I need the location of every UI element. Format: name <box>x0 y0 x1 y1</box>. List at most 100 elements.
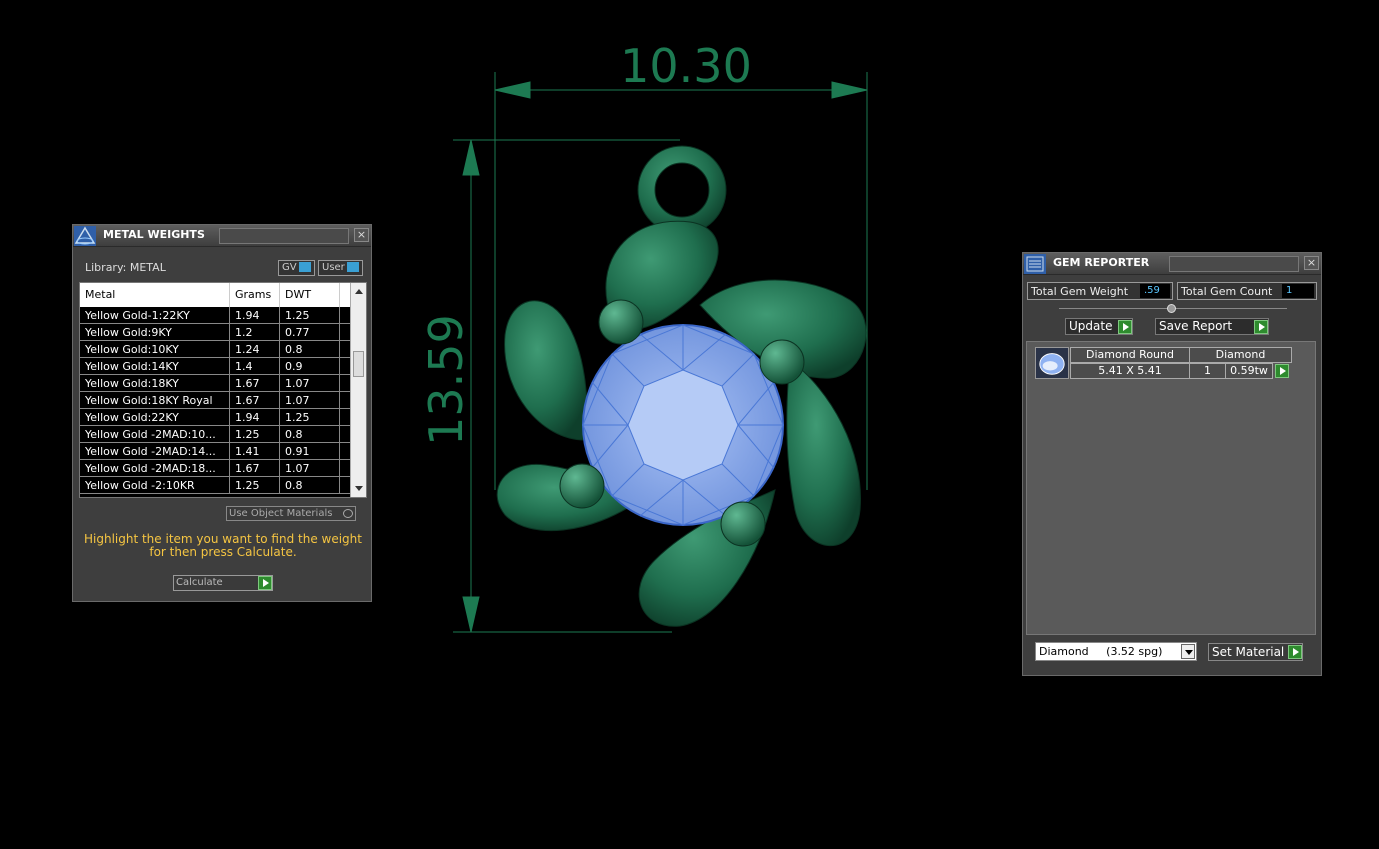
gem-weight-value: 0.59tw <box>1230 364 1268 377</box>
metal-name-cell: Yellow Gold:10KY <box>80 341 230 357</box>
play-arrow-icon <box>1288 645 1302 659</box>
gv-toggle[interactable]: GV <box>278 260 315 276</box>
use-object-materials-label: Use Object Materials <box>229 508 333 519</box>
total-gem-weight-label: Total Gem Weight <box>1031 285 1129 298</box>
metal-name-cell: Yellow Gold -2MAD:14... <box>80 443 230 459</box>
metal-name-cell: Yellow Gold:18KY Royal <box>80 392 230 408</box>
column-header-grams[interactable]: Grams <box>230 283 280 307</box>
pendant-model[interactable] <box>496 145 867 627</box>
table-row[interactable]: Yellow Gold:18KY Royal 1.67 1.07 <box>80 392 366 409</box>
table-row[interactable]: Yellow Gold:22KY 1.94 1.25 <box>80 409 366 426</box>
play-arrow-icon[interactable] <box>1275 364 1289 378</box>
table-row[interactable]: Yellow Gold -2MAD:10... 1.25 0.8 <box>80 426 366 443</box>
gem-material-cell[interactable]: Diamond <box>1189 347 1292 363</box>
gv-toggle-label: GV <box>282 262 297 273</box>
gem-shape-cell[interactable]: Diamond Round <box>1070 347 1190 363</box>
dwt-cell: 1.07 <box>280 460 340 476</box>
dwt-cell: 1.07 <box>280 392 340 408</box>
prong-bead <box>559 463 605 509</box>
grams-cell: 1.67 <box>230 392 280 408</box>
metal-name-cell: Yellow Gold-1:22KY <box>80 307 230 323</box>
close-icon[interactable]: × <box>1304 256 1319 270</box>
metal-name-cell: Yellow Gold:18KY <box>80 375 230 391</box>
table-row[interactable]: Yellow Gold:9KY 1.2 0.77 <box>80 324 366 341</box>
splitter-knob-icon[interactable] <box>1167 304 1176 313</box>
gem-count-cell[interactable]: 1 <box>1189 363 1226 379</box>
play-arrow-icon <box>258 576 272 590</box>
metal-weights-title: METAL WEIGHTS <box>103 228 205 241</box>
table-row[interactable]: Yellow Gold -2:10KR 1.25 0.8 <box>80 477 366 494</box>
3d-viewport[interactable]: 10.30 13.59 <box>400 30 900 650</box>
grams-cell: 1.67 <box>230 375 280 391</box>
metal-name-cell: Yellow Gold -2MAD:18... <box>80 460 230 476</box>
grams-cell: 1.67 <box>230 460 280 476</box>
metal-name-cell: Yellow Gold:14KY <box>80 358 230 374</box>
metal-name-cell: Yellow Gold:22KY <box>80 409 230 425</box>
grams-cell: 1.4 <box>230 358 280 374</box>
splitter[interactable] <box>1059 304 1287 313</box>
metal-weights-icon <box>74 226 96 246</box>
user-toggle[interactable]: User <box>318 260 363 276</box>
diamond-thumbnail-icon[interactable] <box>1035 347 1069 379</box>
scroll-down-icon[interactable] <box>355 486 363 491</box>
metal-name-cell: Yellow Gold:9KY <box>80 324 230 340</box>
table-row[interactable]: Yellow Gold-1:22KY 1.94 1.25 <box>80 307 366 324</box>
toggle-bar-icon <box>298 262 311 272</box>
table-row[interactable]: Yellow Gold -2MAD:14... 1.41 0.91 <box>80 443 366 460</box>
table-row[interactable]: Yellow Gold -2MAD:18... 1.67 1.07 <box>80 460 366 477</box>
gem-reporter-titlebar[interactable]: GEM REPORTER × <box>1023 253 1321 275</box>
metal-name-cell: Yellow Gold -2:10KR <box>80 477 230 493</box>
dwt-cell: 1.07 <box>280 375 340 391</box>
dwt-cell: 0.8 <box>280 477 340 493</box>
play-arrow-icon <box>1254 320 1268 334</box>
set-material-button[interactable]: Set Material <box>1208 643 1303 661</box>
chevron-down-icon[interactable] <box>1181 644 1195 659</box>
use-object-materials-checkbox[interactable]: Use Object Materials <box>226 506 356 521</box>
material-select[interactable]: Diamond (3.52 spg) <box>1035 642 1197 661</box>
radio-icon <box>343 509 353 518</box>
set-material-label: Set Material <box>1212 645 1285 659</box>
bail-hole <box>654 162 710 218</box>
scroll-up-icon[interactable] <box>355 289 363 294</box>
column-header-dwt[interactable]: DWT <box>280 283 340 307</box>
column-header-metal[interactable]: Metal <box>80 283 230 307</box>
width-dimension-label: 10.30 <box>620 39 752 93</box>
gem-reporter-title: GEM REPORTER <box>1053 256 1150 269</box>
user-toggle-label: User <box>322 262 345 273</box>
save-report-button[interactable]: Save Report <box>1155 318 1269 335</box>
gem-size-cell[interactable]: 5.41 X 5.41 <box>1070 363 1190 379</box>
gem-list: Diamond Round Diamond 5.41 X 5.41 1 0.59… <box>1026 341 1316 635</box>
dwt-cell: 1.25 <box>280 409 340 425</box>
dwt-cell: 0.9 <box>280 358 340 374</box>
prong-bead <box>598 299 644 345</box>
hint-text: Highlight the item you want to find the … <box>83 532 362 559</box>
grams-cell: 1.94 <box>230 307 280 323</box>
dwt-cell: 0.91 <box>280 443 340 459</box>
title-grip <box>1169 256 1299 272</box>
material-select-value: Diamond (3.52 spg) <box>1039 645 1163 658</box>
gem-weight-cell[interactable]: 0.59tw <box>1225 363 1289 379</box>
metal-weights-titlebar[interactable]: METAL WEIGHTS × <box>73 225 371 247</box>
calculate-button[interactable]: Calculate <box>173 575 273 591</box>
prong-bead <box>759 339 805 385</box>
dwt-cell: 0.77 <box>280 324 340 340</box>
update-button[interactable]: Update <box>1065 318 1133 335</box>
grams-cell: 1.24 <box>230 341 280 357</box>
scroll-thumb[interactable] <box>353 351 364 377</box>
total-gem-weight-value: .59 <box>1140 284 1170 298</box>
update-label: Update <box>1069 319 1113 333</box>
save-report-label: Save Report <box>1159 319 1233 333</box>
table-scrollbar[interactable] <box>350 283 366 497</box>
table-row[interactable]: Yellow Gold:14KY 1.4 0.9 <box>80 358 366 375</box>
dwt-cell: 1.25 <box>280 307 340 323</box>
library-label: Library: METAL <box>85 261 166 274</box>
close-icon[interactable]: × <box>354 228 369 242</box>
table-row[interactable]: Yellow Gold:10KY 1.24 0.8 <box>80 341 366 358</box>
grams-cell: 1.25 <box>230 426 280 442</box>
toggle-bar-icon <box>346 262 359 272</box>
total-gem-count: Total Gem Count 1 <box>1177 282 1317 300</box>
gem-reporter-icon <box>1024 254 1046 274</box>
dwt-cell: 0.8 <box>280 426 340 442</box>
metal-name-cell: Yellow Gold -2MAD:10... <box>80 426 230 442</box>
table-row[interactable]: Yellow Gold:18KY 1.67 1.07 <box>80 375 366 392</box>
